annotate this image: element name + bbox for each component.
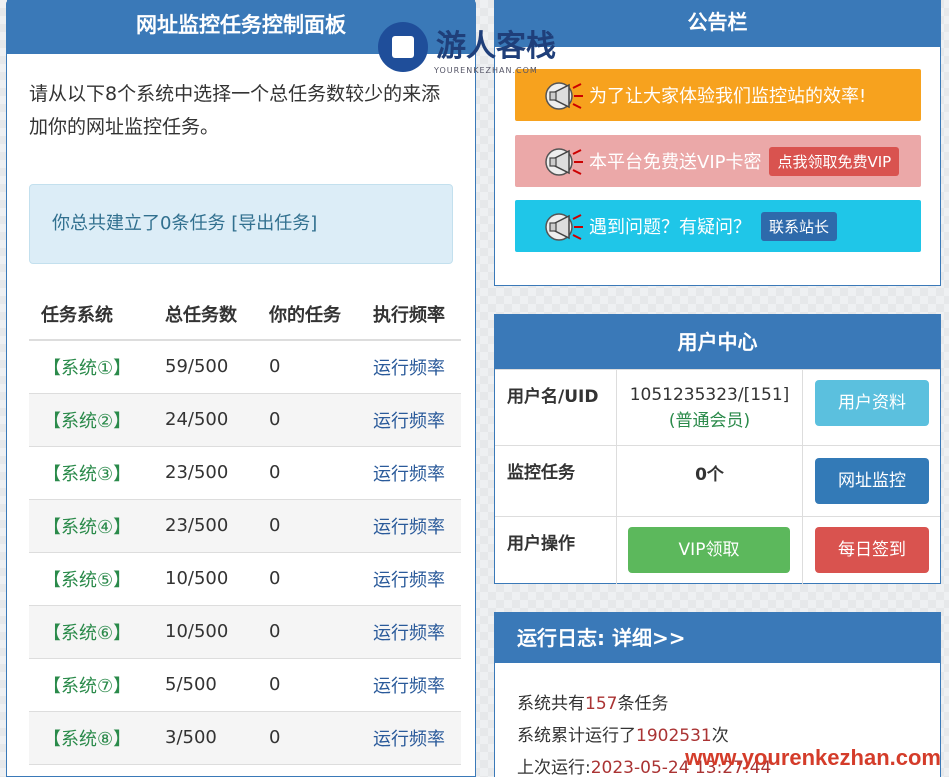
megaphone-icon <box>545 82 583 110</box>
contact-admin-button[interactable]: 联系站长 <box>761 211 838 241</box>
frequency-link[interactable]: 运行频率 <box>361 552 461 606</box>
table-row: 【系统⑦】 5/500 0 运行频率 <box>29 658 461 712</box>
vip-cell: VIP领取 <box>617 517 803 584</box>
my-tasks: 0 <box>257 393 361 447</box>
user-operation-label: 用户操作 <box>495 517 617 584</box>
run-log-title[interactable]: 运行日志: 详细>> <box>495 613 940 663</box>
table-row: 【系统⑤】 10/500 0 运行频率 <box>29 552 461 606</box>
profile-cell: 用户资料 <box>803 370 941 445</box>
system-link[interactable]: 【系统③】 <box>29 446 153 500</box>
total-tasks: 10/500 <box>153 552 257 606</box>
log-text: 系统累计运行了 <box>517 726 636 746</box>
my-tasks: 0 <box>257 605 361 659</box>
total-tasks: 3/500 <box>153 711 257 765</box>
export-tasks-link[interactable]: [导出任务] <box>231 213 317 234</box>
total-task-count: 157 <box>585 694 618 714</box>
notice-banner-efficiency[interactable]: 为了让大家体验我们监控站的效率! <box>515 69 921 121</box>
task-count-text: 你总共建立了0条任务 <box>52 213 232 234</box>
log-line-tasks: 系统共有157条任务 <box>517 689 668 714</box>
task-system-table: 任务系统 总任务数 你的任务 执行频率 【系统①】 59/500 0 运行频率 【系统②… <box>29 288 461 765</box>
total-tasks: 59/500 <box>153 340 257 394</box>
table-row: 【系统①】 59/500 0 运行频率 <box>29 340 461 394</box>
sign-cell: 每日签到 <box>803 517 941 584</box>
uid-value: 1051235323/[151] <box>629 385 790 405</box>
vip-claim-button[interactable]: VIP领取 <box>628 527 790 573</box>
url-monitor-button[interactable]: 网址监控 <box>815 458 929 504</box>
member-level: (普通会员) <box>668 411 751 431</box>
frequency-link[interactable]: 运行频率 <box>361 499 461 553</box>
system-link[interactable]: 【系统⑦】 <box>29 658 153 712</box>
total-tasks: 23/500 <box>153 446 257 500</box>
notice-banner-contact: 遇到问题？有疑问？ 联系站长 <box>515 200 921 252</box>
task-info-box: 你总共建立了0条任务 [导出任务] <box>29 184 453 264</box>
system-link[interactable]: 【系统①】 <box>29 340 153 394</box>
log-text: 次 <box>711 726 729 746</box>
total-tasks: 5/500 <box>153 658 257 712</box>
operation-row: 用户操作 VIP领取 每日签到 <box>495 516 940 584</box>
site-logo-watermark: 游人客栈 YOURENKEZHAN.COM <box>378 22 556 75</box>
megaphone-icon <box>545 213 583 241</box>
table-row: 【系统⑥】 10/500 0 运行频率 <box>29 605 461 659</box>
notice-text-1: 为了让大家体验我们监控站的效率! <box>589 86 867 107</box>
system-link[interactable]: 【系统⑥】 <box>29 605 153 659</box>
my-tasks: 0 <box>257 499 361 553</box>
monitor-task-count: 0个 <box>617 446 803 516</box>
my-tasks: 0 <box>257 552 361 606</box>
total-tasks: 23/500 <box>153 499 257 553</box>
user-center-title: 用户中心 <box>495 315 940 369</box>
frequency-link[interactable]: 运行频率 <box>361 446 461 500</box>
my-tasks: 0 <box>257 711 361 765</box>
table-row: 【系统③】 23/500 0 运行频率 <box>29 446 461 500</box>
my-tasks: 0 <box>257 340 361 394</box>
log-text: 条任务 <box>617 694 669 714</box>
frequency-link[interactable]: 运行频率 <box>361 605 461 659</box>
total-tasks: 24/500 <box>153 393 257 447</box>
notice-text-3: 遇到问题？有疑问？ <box>589 217 751 238</box>
monitor-cell: 网址监控 <box>803 446 941 516</box>
frequency-link[interactable]: 运行频率 <box>361 340 461 394</box>
my-tasks: 0 <box>257 658 361 712</box>
notice-title: 公告栏 <box>495 1 940 47</box>
notice-board: 公告栏 为了让大家体验我们监控站的效率! 本平台免费送VIP卡密 点我领取免费V… <box>494 0 941 286</box>
frequency-link[interactable]: 运行频率 <box>361 658 461 712</box>
col-header-mine: 你的任务 <box>257 288 361 341</box>
total-tasks: 10/500 <box>153 605 257 659</box>
col-header-total: 总任务数 <box>153 288 257 341</box>
logo-text: 游人客栈 <box>436 29 556 64</box>
frequency-link[interactable]: 运行频率 <box>361 711 461 765</box>
uid-label: 用户名/UID <box>495 370 617 445</box>
system-link[interactable]: 【系统⑤】 <box>29 552 153 606</box>
profile-button[interactable]: 用户资料 <box>815 380 929 426</box>
megaphone-icon <box>545 148 583 176</box>
col-header-system: 任务系统 <box>29 288 153 341</box>
table-row: 【系统⑧】 3/500 0 运行频率 <box>29 711 461 765</box>
uid-row: 用户名/UID 1051235323/[151] (普通会员) 用户资料 <box>495 369 940 445</box>
table-row: 【系统②】 24/500 0 运行频率 <box>29 393 461 447</box>
monitor-task-label: 监控任务 <box>495 446 617 516</box>
task-control-panel: 网址监控任务控制面板 请从以下8个系统中选择一个总任务数较少的来添加你的网址监控… <box>6 0 476 777</box>
system-link[interactable]: 【系统⑧】 <box>29 711 153 765</box>
claim-free-vip-button[interactable]: 点我领取免费VIP <box>769 146 900 176</box>
col-header-frequency: 执行频率 <box>361 288 461 341</box>
logo-subtext: YOURENKEZHAN.COM <box>434 66 538 75</box>
notice-text-2: 本平台免费送VIP卡密 <box>589 152 762 173</box>
logo-icon <box>378 22 428 72</box>
notice-banner-vip: 本平台免费送VIP卡密 点我领取免费VIP <box>515 135 921 187</box>
table-row: 【系统④】 23/500 0 运行频率 <box>29 499 461 553</box>
log-text: 系统共有 <box>517 694 585 714</box>
table-header-row: 任务系统 总任务数 你的任务 执行频率 <box>29 288 461 341</box>
log-line-runs: 系统累计运行了1902531次 <box>517 721 729 746</box>
frequency-link[interactable]: 运行频率 <box>361 393 461 447</box>
log-text: 上次运行: <box>517 758 591 777</box>
total-run-count: 1902531 <box>636 726 712 746</box>
daily-signin-button[interactable]: 每日签到 <box>815 527 929 573</box>
task-row: 监控任务 0个 网址监控 <box>495 445 940 516</box>
uid-value-cell: 1051235323/[151] (普通会员) <box>617 370 803 445</box>
url-watermark: www.yourenkezhan.com <box>685 745 941 770</box>
system-link[interactable]: 【系统④】 <box>29 499 153 553</box>
my-tasks: 0 <box>257 446 361 500</box>
system-link[interactable]: 【系统②】 <box>29 393 153 447</box>
user-center: 用户中心 用户名/UID 1051235323/[151] (普通会员) 用户资… <box>494 314 941 584</box>
